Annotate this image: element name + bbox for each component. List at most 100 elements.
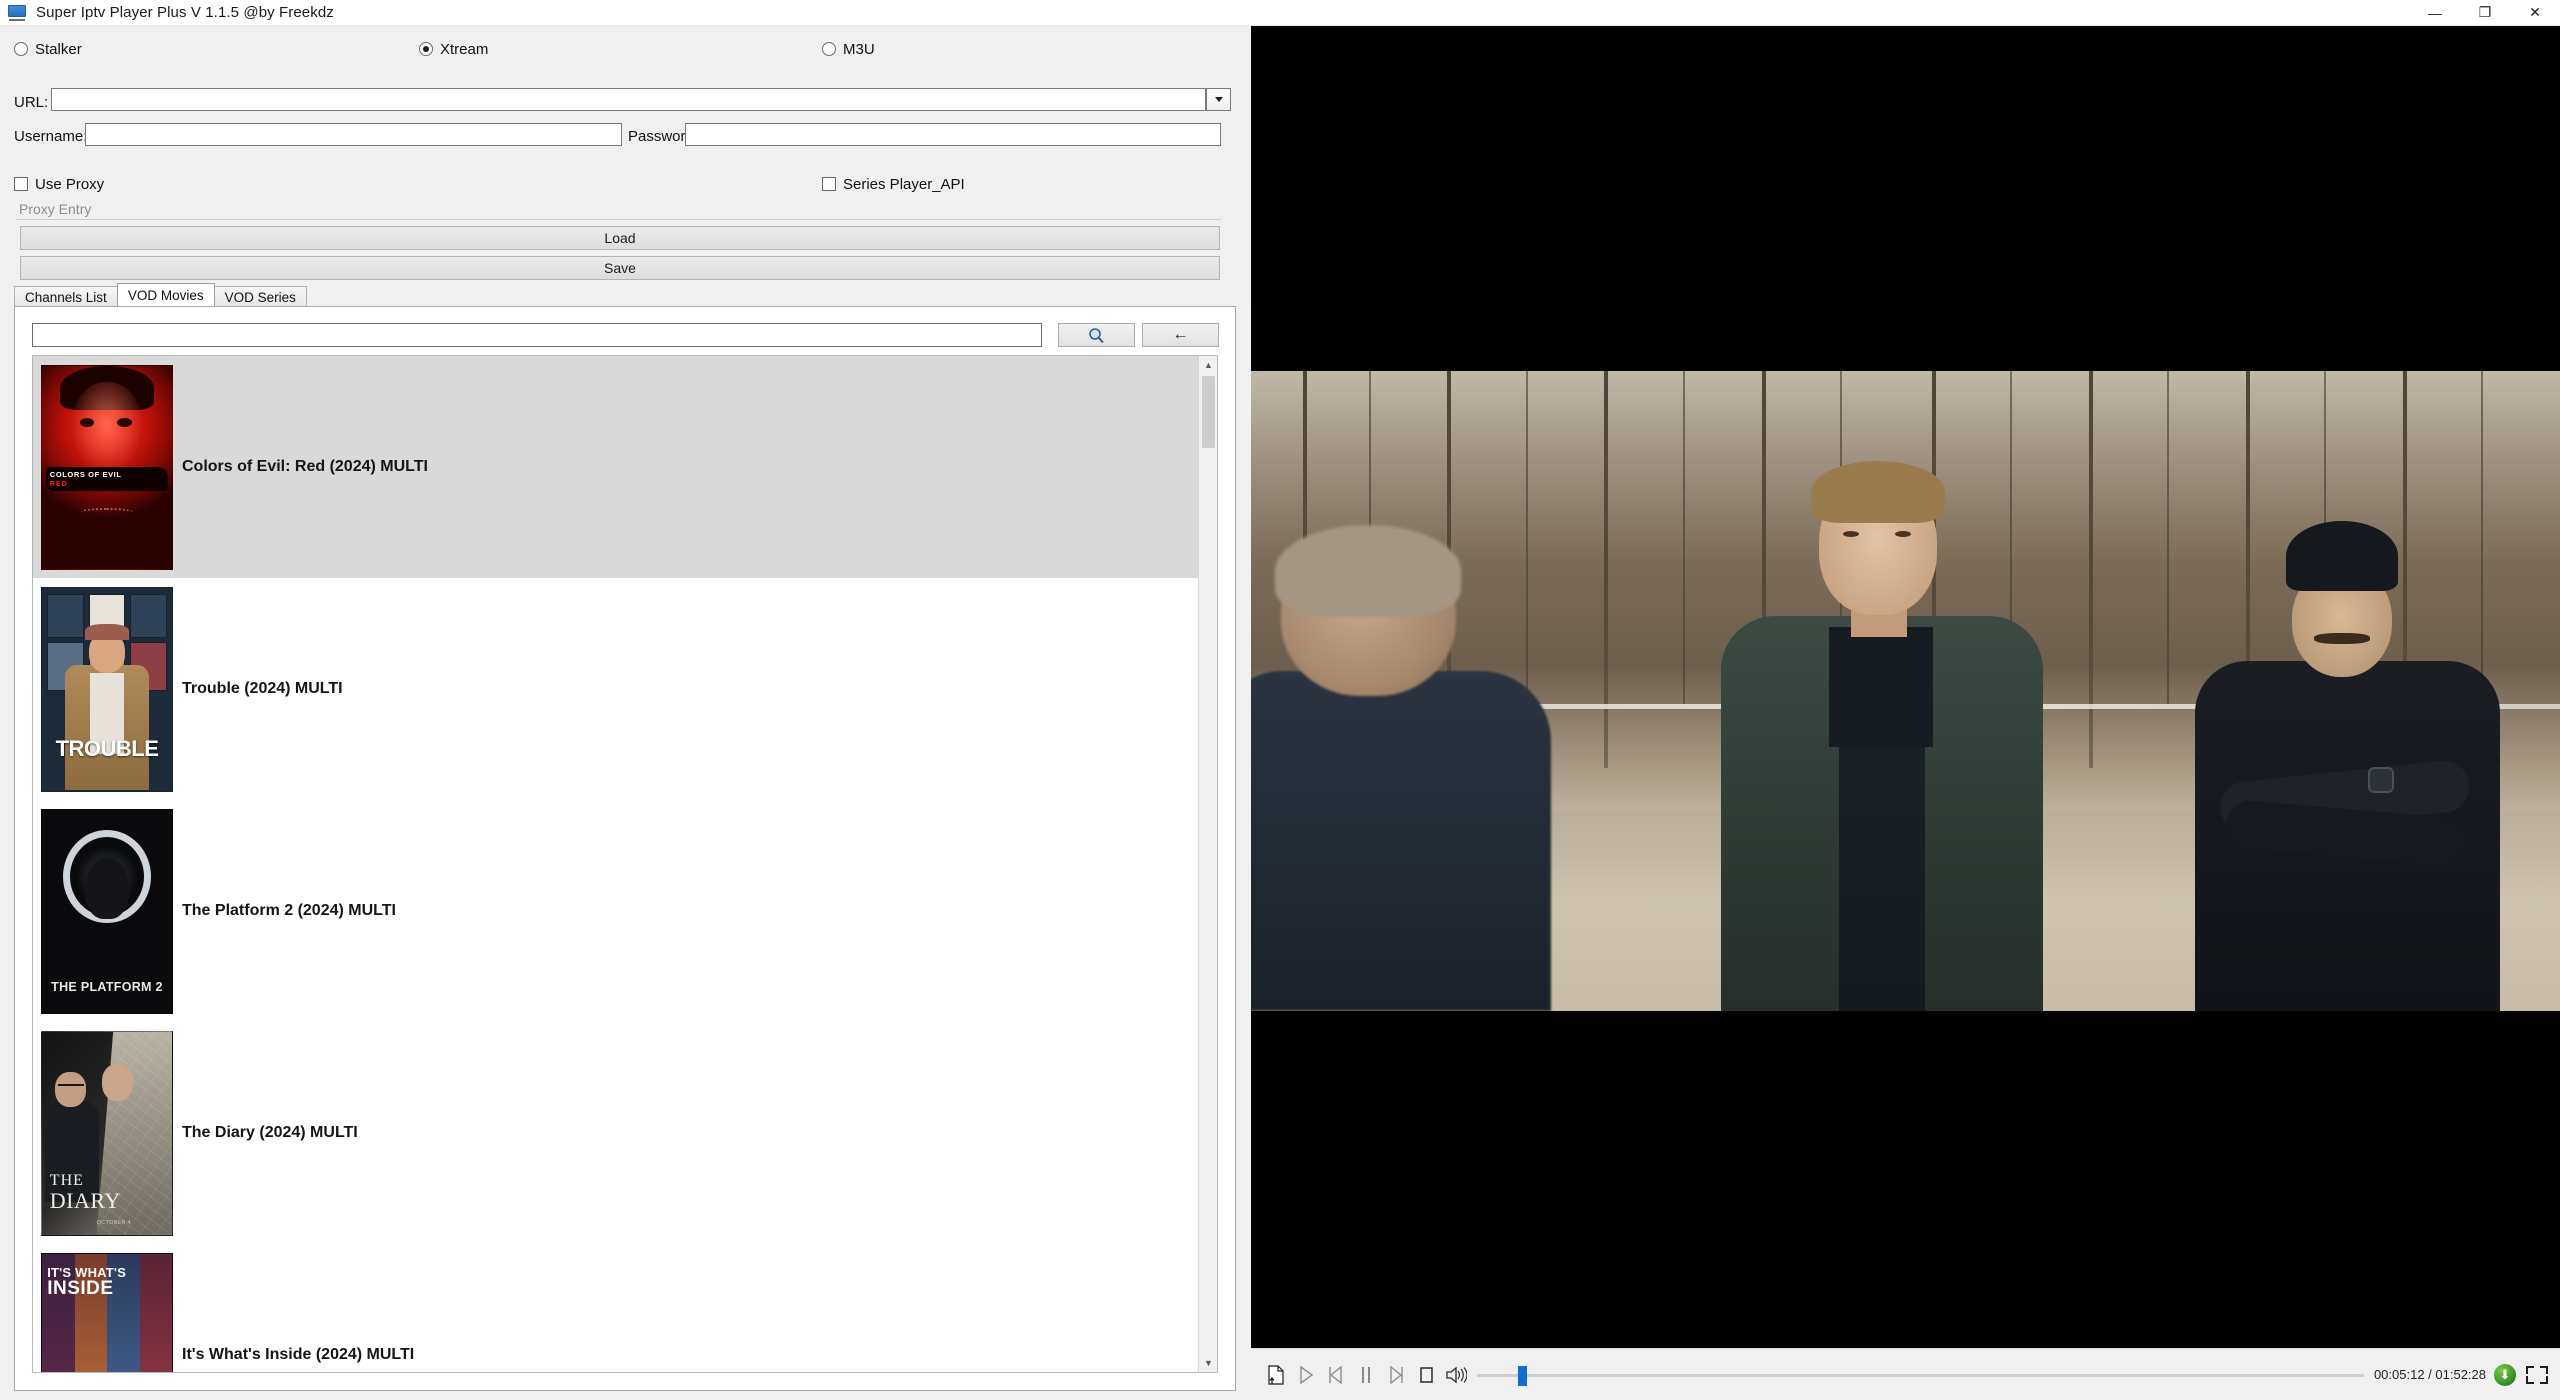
maximize-button[interactable]: ❐ xyxy=(2460,0,2510,26)
poster-caption-accent: RED xyxy=(49,479,68,489)
person-center xyxy=(1711,451,2051,1011)
poster-date: OCTOBER 4 xyxy=(96,1220,131,1227)
list-item[interactable]: THE DIARY OCTOBER 4 The Diary (2024) MUL… xyxy=(33,1022,1199,1244)
play-icon xyxy=(1300,1365,1314,1384)
tab-strip: Channels List VOD Movies VOD Series xyxy=(14,283,1236,307)
search-input[interactable] xyxy=(32,323,1042,347)
radio-m3u[interactable]: M3U xyxy=(822,38,875,60)
monitor-icon xyxy=(8,4,28,21)
download-icon[interactable]: ⬇ xyxy=(2494,1363,2516,1386)
stop-icon xyxy=(1420,1366,1433,1383)
window-controls: — ❐ ✕ xyxy=(2410,0,2560,26)
url-label: URL: xyxy=(14,94,49,111)
checkbox-indicator-series-player-api xyxy=(822,177,836,191)
radio-label-m3u: M3U xyxy=(843,40,875,58)
volume-icon xyxy=(1446,1366,1467,1383)
movie-title: Trouble (2024) MULTI xyxy=(182,680,343,697)
vod-movies-panel: ← COLORS OF EVIL RED Colors of Evil: Red… xyxy=(14,306,1236,1391)
seek-thumb[interactable] xyxy=(1517,1365,1527,1386)
panel-scrollbar[interactable] xyxy=(1236,306,1251,1391)
movie-poster: IT'S WHAT'S INSIDE xyxy=(41,1252,173,1372)
movie-poster: TROUBLE xyxy=(41,586,173,792)
previous-icon xyxy=(1329,1365,1342,1384)
poster-caption-accent: DIARY xyxy=(49,1188,121,1214)
pause-icon xyxy=(1362,1366,1370,1383)
radio-label-stalker: Stalker xyxy=(35,40,82,58)
open-file-icon xyxy=(1268,1364,1284,1385)
stop-button[interactable] xyxy=(1411,1360,1441,1390)
open-file-button[interactable] xyxy=(1261,1360,1291,1390)
tab-channels-list[interactable]: Channels List xyxy=(14,286,118,307)
radio-indicator-m3u xyxy=(822,42,836,56)
pause-button[interactable] xyxy=(1351,1360,1381,1390)
magnifier-icon xyxy=(1089,327,1104,343)
poster-caption-accent: INSIDE xyxy=(47,1278,114,1300)
previous-button[interactable] xyxy=(1321,1360,1351,1390)
radio-indicator-xtream xyxy=(419,42,433,56)
movie-list-scroll-area: COLORS OF EVIL RED Colors of Evil: Red (… xyxy=(33,356,1199,1372)
fullscreen-icon[interactable] xyxy=(2526,1364,2548,1386)
title-bar: Super Iptv Player Plus V 1.1.5 @by Freek… xyxy=(0,0,2560,26)
seek-bar[interactable] xyxy=(1477,1360,2364,1390)
volume-button[interactable] xyxy=(1441,1360,1471,1390)
search-button[interactable] xyxy=(1058,323,1135,347)
series-player-api-label: Series Player_API xyxy=(843,175,965,193)
person-right xyxy=(2195,521,2500,1011)
list-item[interactable]: COLORS OF EVIL RED Colors of Evil: Red (… xyxy=(33,356,1199,578)
window-title: Super Iptv Player Plus V 1.1.5 @by Freek… xyxy=(36,4,334,21)
source-type-radio-group: Stalker Xtream M3U xyxy=(0,38,1251,64)
poster-caption: COLORS OF EVIL xyxy=(49,470,122,480)
list-item[interactable]: TROUBLE Trouble (2024) MULTI xyxy=(33,578,1199,800)
time-label: 00:05:12 / 01:52:28 xyxy=(2373,1367,2486,1382)
minimize-button[interactable]: — xyxy=(2410,0,2460,26)
radio-indicator-stalker xyxy=(14,42,28,56)
movie-poster: THE DIARY OCTOBER 4 xyxy=(41,1030,173,1236)
person-left xyxy=(1251,525,1551,1011)
radio-label-xtream: Xtream xyxy=(440,40,489,58)
proxy-entry-input[interactable]: Proxy Entry xyxy=(16,198,1221,220)
movie-list[interactable]: COLORS OF EVIL RED Colors of Evil: Red (… xyxy=(32,355,1218,1373)
tab-vod-movies[interactable]: VOD Movies xyxy=(116,283,215,306)
url-dropdown-button[interactable] xyxy=(1206,88,1231,111)
next-button[interactable] xyxy=(1381,1360,1411,1390)
scrollbar-thumb[interactable] xyxy=(1202,376,1215,448)
movie-poster: THE PLATFORM 2 xyxy=(41,808,173,1014)
password-input[interactable] xyxy=(685,123,1221,146)
movie-poster: COLORS OF EVIL RED xyxy=(41,364,173,570)
poster-caption: THE PLATFORM 2 xyxy=(51,980,163,995)
player-controls: 00:05:12 / 01:52:28 ⬇ xyxy=(1251,1348,2560,1400)
tab-vod-series[interactable]: VOD Series xyxy=(213,286,307,307)
movie-title: The Diary (2024) MULTI xyxy=(182,1124,358,1141)
poster-caption: THE xyxy=(49,1171,84,1189)
close-button[interactable]: ✕ xyxy=(2510,0,2560,26)
use-proxy-label: Use Proxy xyxy=(35,175,105,193)
save-button[interactable]: Save xyxy=(20,256,1220,280)
back-button[interactable]: ← xyxy=(1142,323,1219,347)
video-surface[interactable] xyxy=(1251,26,2560,1348)
movie-title: It's What's Inside (2024) MULTI xyxy=(182,1346,415,1363)
video-frame-image xyxy=(1251,371,2560,1011)
checkbox-indicator-use-proxy xyxy=(14,177,28,191)
use-proxy-checkbox[interactable]: Use Proxy xyxy=(14,173,104,195)
url-input[interactable] xyxy=(51,88,1206,111)
settings-panel: Stalker Xtream M3U URL: Username: Passwo… xyxy=(0,26,1251,1400)
movie-list-scrollbar[interactable]: ▲ ▼ xyxy=(1198,356,1217,1372)
scroll-down-icon[interactable]: ▼ xyxy=(1199,1354,1217,1372)
load-button[interactable]: Load xyxy=(20,226,1220,250)
series-player-api-checkbox[interactable]: Series Player_API xyxy=(822,173,965,195)
movie-title: Colors of Evil: Red (2024) MULTI xyxy=(182,458,428,475)
scroll-up-icon[interactable]: ▲ xyxy=(1199,356,1217,374)
username-label: Username: xyxy=(14,128,88,145)
radio-stalker[interactable]: Stalker xyxy=(14,38,82,60)
next-icon xyxy=(1390,1365,1403,1384)
video-player-panel: 00:05:12 / 01:52:28 ⬇ xyxy=(1251,26,2560,1400)
chevron-down-icon xyxy=(1214,97,1223,102)
radio-xtream[interactable]: Xtream xyxy=(419,38,488,60)
movie-title: The Platform 2 (2024) MULTI xyxy=(182,902,396,919)
poster-caption: TROUBLE xyxy=(55,736,159,762)
play-button[interactable] xyxy=(1291,1360,1321,1390)
list-item[interactable]: THE PLATFORM 2 The Platform 2 (2024) MUL… xyxy=(33,800,1199,1022)
seek-track xyxy=(1477,1373,2364,1377)
list-item[interactable]: IT'S WHAT'S INSIDE It's What's Inside (2… xyxy=(33,1244,1199,1372)
username-input[interactable] xyxy=(85,123,622,146)
